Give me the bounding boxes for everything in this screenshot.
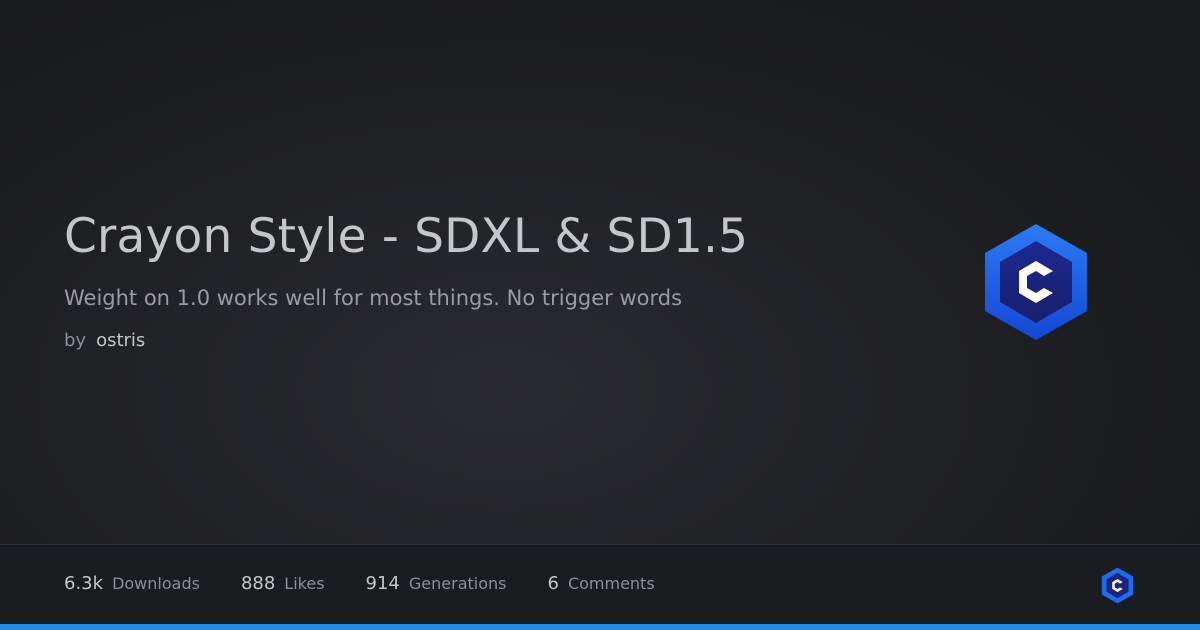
stat-value: 6 bbox=[547, 573, 559, 594]
stat-comments: 6 Comments bbox=[547, 573, 654, 594]
model-byline: by ostris bbox=[64, 329, 884, 353]
stat-label: Comments bbox=[567, 574, 655, 593]
stat-label: Likes bbox=[284, 574, 325, 593]
author-name[interactable]: ostris bbox=[96, 329, 145, 353]
stat-generations: 914 Generations bbox=[366, 573, 507, 594]
stat-value: 914 bbox=[365, 573, 400, 594]
model-title: Crayon Style - SDXL & SD1.5 bbox=[64, 209, 749, 264]
stats-list: 6.3k Downloads 888 Likes 914 Generations… bbox=[64, 573, 655, 594]
stat-label: Generations bbox=[408, 574, 507, 593]
share-card: Crayon Style - SDXL & SD1.5 Weight on 1.… bbox=[0, 0, 1200, 630]
stat-likes: 888 Likes bbox=[241, 573, 325, 594]
by-label: by bbox=[64, 330, 87, 351]
civitai-logo-icon bbox=[985, 224, 1087, 340]
stats-footer: 6.3k Downloads 888 Likes 914 Generations… bbox=[0, 544, 1200, 625]
stat-label: Downloads bbox=[112, 574, 200, 593]
model-header: Crayon Style - SDXL & SD1.5 Weight on 1.… bbox=[64, 206, 884, 353]
civitai-small-logo-icon bbox=[1101, 567, 1134, 604]
accent-bar bbox=[0, 624, 1200, 630]
model-description: Weight on 1.0 works well for most things… bbox=[64, 286, 683, 310]
stat-value: 6.3k bbox=[64, 573, 104, 594]
stat-value: 888 bbox=[240, 573, 276, 594]
stat-downloads: 6.3k Downloads bbox=[64, 573, 200, 594]
